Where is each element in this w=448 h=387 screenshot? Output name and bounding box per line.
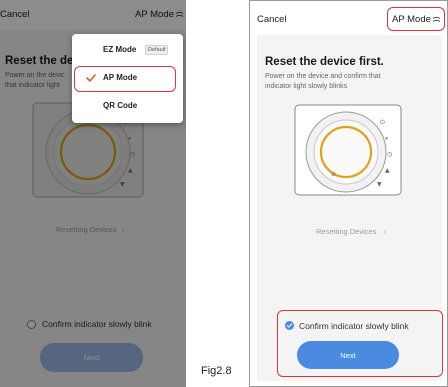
highlight-ap-mode-item (74, 66, 176, 92)
default-badge: Default (145, 45, 169, 55)
figure-label: Fig2.8 (201, 365, 232, 377)
svg-text:⊘: ⊘ (331, 171, 336, 178)
menu-item-qr-code[interactable]: QR Code (72, 96, 183, 118)
chevron-right-icon: › (384, 227, 387, 236)
svg-text:▼: ▼ (377, 181, 382, 188)
resetting-devices-link[interactable]: Resetting Devices (316, 227, 376, 236)
right-phone-screen: Cancel AP Mode Reset the device first. P… (249, 0, 448, 387)
svg-text:⏸: ⏸ (385, 135, 388, 142)
highlight-ap-mode (387, 7, 445, 31)
instruction-text: Power on the device and confirm that ind… (265, 73, 381, 90)
menu-item-ez-mode[interactable]: EZ Mode Default (72, 40, 183, 62)
page-heading: Reset the device first. (265, 56, 384, 68)
left-phone-screen: Cancel AP Mode Reset the de Power on the… (0, 0, 186, 387)
svg-text:▲: ▲ (385, 167, 390, 174)
check-icon (286, 323, 293, 328)
cancel-button[interactable]: Cancel (257, 14, 287, 25)
next-button[interactable]: Next (297, 341, 399, 369)
confirm-label: Confirm indicator slowly blink (299, 321, 409, 331)
thermostat-illustration: ⊘ ⏻ ⏸ ◷ ▲ ▼ (294, 104, 402, 196)
svg-text:◷: ◷ (387, 151, 392, 158)
confirm-radio[interactable] (285, 321, 294, 330)
svg-text:⏻: ⏻ (380, 119, 385, 126)
